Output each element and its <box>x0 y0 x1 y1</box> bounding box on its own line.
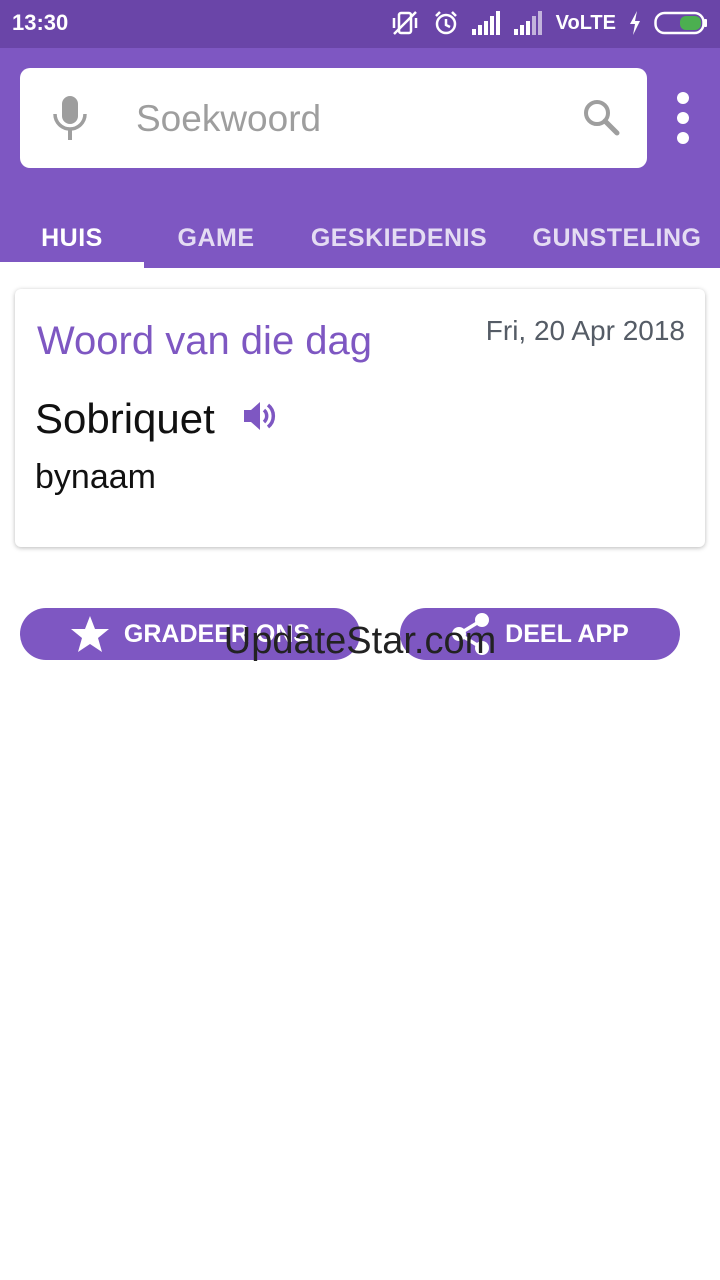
tab-indicator <box>0 262 144 268</box>
status-time: 13:30 <box>12 10 69 35</box>
speaker-icon[interactable] <box>241 398 277 434</box>
tab-gunsteling[interactable]: GUNSTELING <box>510 208 720 268</box>
card-date: Fri, 20 Apr 2018 <box>485 315 685 346</box>
alarm-icon <box>434 11 457 35</box>
tab-huis[interactable]: HUIS <box>0 208 144 268</box>
mic-icon[interactable] <box>50 94 90 142</box>
battery-icon <box>654 11 707 35</box>
overflow-menu-icon[interactable] <box>668 92 698 144</box>
vibrate-off-icon <box>392 11 417 35</box>
watermark: UpdateStar.com <box>223 620 497 662</box>
signal-icon <box>471 11 500 35</box>
search-input[interactable]: Soekwoord <box>136 97 321 141</box>
network-type: VoLTE <box>555 11 616 34</box>
tab-geskiedenis[interactable]: GESKIEDENIS <box>288 208 510 268</box>
charging-icon <box>630 11 640 35</box>
status-icons: VoLTE <box>390 8 708 38</box>
status-bar: 13:30 VoLTE <box>0 0 720 48</box>
signal-icon <box>513 11 542 35</box>
word-meaning: bynaam <box>35 458 156 496</box>
word-of-day-card: Woord van die dag Fri, 20 Apr 2018 Sobri… <box>15 289 705 547</box>
app-bar: Soekwoord HUIS GAME GESKIEDENIS GUNSTELI… <box>0 48 720 268</box>
search-bar[interactable]: Soekwoord <box>20 68 647 168</box>
card-title: Woord van die dag <box>37 319 373 363</box>
search-icon[interactable] <box>582 98 622 138</box>
tab-game[interactable]: GAME <box>144 208 288 268</box>
word-text: Sobriquet <box>35 395 215 442</box>
tab-bar: HUIS GAME GESKIEDENIS GUNSTELING <box>0 208 720 268</box>
